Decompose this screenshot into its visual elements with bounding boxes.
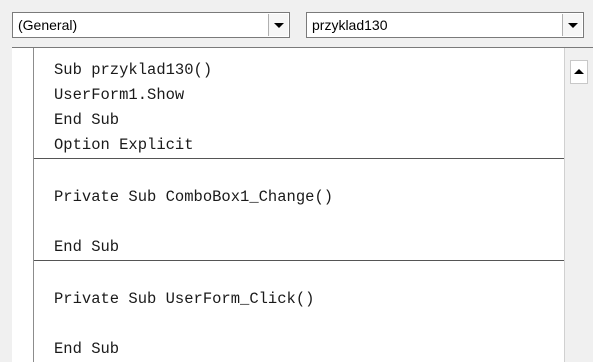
code-line: End Sub (54, 111, 120, 129)
code-window-toolbar: (General) przyklad130 (0, 0, 593, 47)
procedure-separator (34, 158, 564, 159)
code-area[interactable]: Sub przyklad130() UserForm1.Show End Sub… (34, 48, 564, 362)
procedure-dropdown-value: przyklad130 (312, 17, 388, 33)
procedure-dropdown-button[interactable] (562, 14, 582, 36)
procedure-separator (34, 260, 564, 261)
chevron-down-icon (274, 23, 284, 28)
object-dropdown-value: (General) (18, 17, 78, 33)
code-line: Private Sub ComboBox1_Change() (54, 188, 334, 206)
object-dropdown-button[interactable] (268, 14, 288, 36)
code-line: UserForm1.Show (54, 86, 185, 104)
object-dropdown[interactable]: (General) (12, 12, 290, 38)
code-line: Private Sub UserForm_Click() (54, 290, 315, 308)
code-line: Sub przyklad130() (54, 61, 213, 79)
procedure-dropdown[interactable]: przyklad130 (306, 12, 584, 38)
code-line: End Sub (54, 238, 120, 256)
chevron-up-icon (574, 69, 584, 74)
chevron-down-icon (568, 23, 578, 28)
code-line: End Sub (54, 340, 120, 358)
margin-indicator-bar[interactable] (12, 48, 33, 362)
code-line: Option Explicit (54, 136, 194, 154)
scroll-up-button[interactable] (570, 60, 588, 84)
vertical-scrollbar[interactable] (564, 48, 593, 362)
